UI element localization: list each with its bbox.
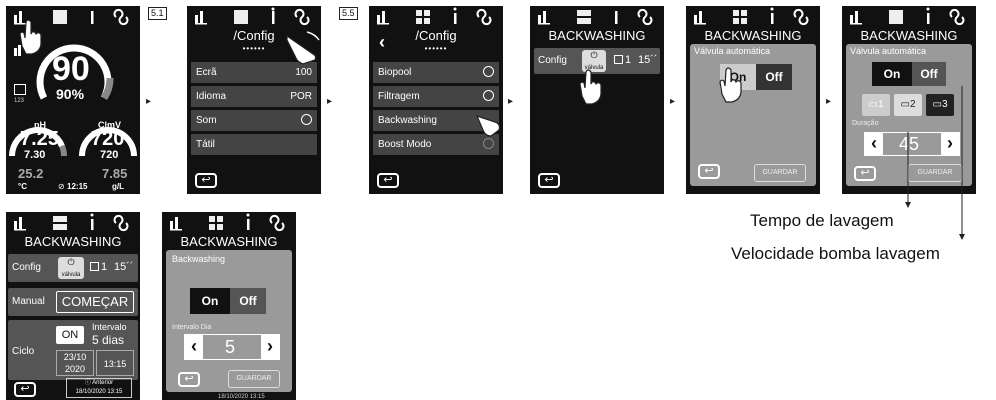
valve-label: válvula [61, 272, 81, 278]
chevron-left-icon[interactable]: ‹ [185, 335, 203, 359]
interval-stepper[interactable]: ‹ 5 › [184, 334, 280, 360]
manual-label: Manual [12, 296, 45, 307]
popup-title: Backwashing [172, 254, 226, 264]
on-button[interactable]: On [190, 288, 230, 314]
chevron-right-icon[interactable]: › [261, 335, 279, 359]
valve-button[interactable]: ⏻ válvula [58, 257, 84, 279]
backwashing-title: BACKWASHING [180, 234, 278, 249]
cycle-label: Ciclo [12, 346, 35, 357]
date-line-2: 2020 [64, 364, 86, 374]
next-date[interactable]: 23/10 2020 [56, 350, 94, 376]
interval-value[interactable]: 5 dias [92, 333, 124, 347]
status-bar [14, 213, 129, 232]
start-button[interactable]: COMEÇAR [56, 291, 134, 313]
duration-value: 15´´ [114, 261, 134, 273]
previous-value: 18/10/2020 13:15 [75, 389, 123, 395]
previous-label: Anterior [92, 380, 114, 386]
callout-lines [113, 86, 965, 337]
back-button[interactable]: ↩ [14, 382, 36, 397]
manual-row: Manual COMEÇAR [8, 288, 138, 316]
back-button[interactable]: ↩ [178, 372, 200, 387]
config-row[interactable]: Config ⏻ válvula 1 15´´ [8, 254, 138, 282]
speed-icon [90, 262, 99, 271]
off-button[interactable]: Off [230, 288, 266, 314]
on-toggle[interactable]: ON [56, 326, 84, 344]
save-button[interactable]: GUARDAR [228, 370, 280, 388]
interval-popup: Backwashing On Off Intervalo Dia ‹ 5 › ↩… [166, 250, 292, 392]
speed-value: 1 [101, 261, 108, 273]
interval-value: 5 [225, 337, 236, 357]
date-line-1: 23/10 [63, 352, 87, 362]
cycle-row: Ciclo ON Intervalo 5 dias 23/10 2020 13:1… [8, 320, 138, 380]
caption-wash-time: Tempo de lavagem [750, 211, 894, 230]
previous-value: 18/10/2020 13:15 [218, 394, 265, 400]
info-icon: ⓘ [84, 380, 91, 386]
next-time[interactable]: 13:15 [96, 350, 134, 376]
screen-backwashing-interval: BACKWASHING Backwashing On Off Intervalo… [162, 212, 296, 400]
caption-pump-speed: Velocidade bomba lavagem [731, 244, 940, 263]
screen-backwashing-full: BACKWASHING Config ⏻ válvula 1 15´´ Manua… [6, 212, 140, 400]
backwashing-title: BACKWASHING [24, 234, 122, 249]
interval-label: Intervalo [92, 322, 127, 332]
config-label: Config [12, 262, 41, 273]
previous-info: ⓘ Anterior 18/10/2020 13:15 [66, 378, 132, 398]
interval-label: Intervalo Dia [172, 324, 212, 331]
status-bar [170, 213, 285, 232]
